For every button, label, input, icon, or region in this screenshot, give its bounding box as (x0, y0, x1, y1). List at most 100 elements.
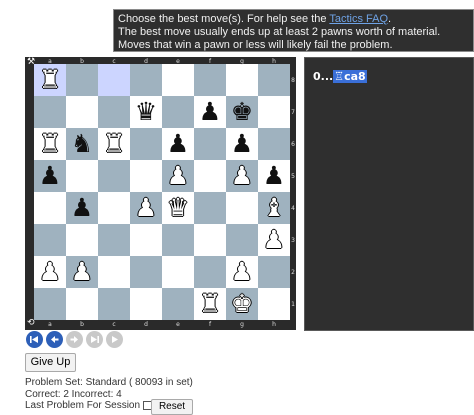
square-e4[interactable]: ♛ (162, 192, 194, 224)
square-g7[interactable]: ♚ (226, 96, 258, 128)
black-pawn-icon[interactable]: ♟ (263, 160, 285, 192)
square-d4[interactable]: ♟ (130, 192, 162, 224)
white-rook-icon[interactable]: ♜ (199, 288, 221, 320)
white-pawn-icon[interactable]: ♟ (167, 160, 189, 192)
square-g6[interactable]: ♟ (226, 128, 258, 160)
square-e3[interactable] (162, 224, 194, 256)
square-f8[interactable] (194, 64, 226, 96)
square-a7[interactable] (34, 96, 66, 128)
square-a1[interactable] (34, 288, 66, 320)
square-f1[interactable]: ♜ (194, 288, 226, 320)
white-pawn-icon[interactable]: ♟ (231, 256, 253, 288)
square-a3[interactable] (34, 224, 66, 256)
square-b6[interactable]: ♞ (66, 128, 98, 160)
square-b2[interactable]: ♟ (66, 256, 98, 288)
black-pawn-icon[interactable]: ♟ (39, 160, 61, 192)
square-h6[interactable] (258, 128, 290, 160)
square-f4[interactable] (194, 192, 226, 224)
give-up-button[interactable]: Give Up (25, 353, 76, 372)
reset-button[interactable]: Reset (151, 399, 193, 415)
white-bishop-icon[interactable]: ♝ (263, 192, 285, 224)
square-b4[interactable]: ♟ (66, 192, 98, 224)
square-e2[interactable] (162, 256, 194, 288)
white-rook-icon[interactable]: ♜ (39, 64, 61, 96)
black-pawn-icon[interactable]: ♟ (167, 128, 189, 160)
black-king-icon[interactable]: ♚ (231, 96, 253, 128)
square-f2[interactable] (194, 256, 226, 288)
square-f3[interactable] (194, 224, 226, 256)
square-b7[interactable] (66, 96, 98, 128)
square-g2[interactable]: ♟ (226, 256, 258, 288)
white-pawn-icon[interactable]: ♟ (39, 256, 61, 288)
square-d6[interactable] (130, 128, 162, 160)
square-a4[interactable] (34, 192, 66, 224)
square-c1[interactable] (98, 288, 130, 320)
white-pawn-icon[interactable]: ♟ (135, 192, 157, 224)
square-b1[interactable] (66, 288, 98, 320)
chess-board[interactable]: ♜ ♛ ♟ ♚ ♜ ♞ ♜ ♟ ♟ ♟ ♟ ♟ ♟ ♟ ♟ ♛ ♝ ♟ ♟ ♟ ♟ ♜ ♚ (34, 64, 290, 320)
square-e1[interactable] (162, 288, 194, 320)
black-pawn-icon[interactable]: ♟ (231, 128, 253, 160)
square-c4[interactable] (98, 192, 130, 224)
white-pawn-icon[interactable]: ♟ (263, 224, 285, 256)
square-c2[interactable] (98, 256, 130, 288)
square-h1[interactable] (258, 288, 290, 320)
move-list-entry[interactable]: 0...♖ca8 (313, 70, 367, 83)
last-move-button[interactable] (86, 331, 103, 348)
square-b8[interactable] (66, 64, 98, 96)
square-f6[interactable] (194, 128, 226, 160)
white-pawn-icon[interactable]: ♟ (71, 256, 93, 288)
square-h5[interactable]: ♟ (258, 160, 290, 192)
move-list-panel: 0...♖ca8 (304, 57, 474, 331)
square-a2[interactable]: ♟ (34, 256, 66, 288)
square-h7[interactable] (258, 96, 290, 128)
square-h8[interactable] (258, 64, 290, 96)
square-f5[interactable] (194, 160, 226, 192)
black-pawn-icon[interactable]: ♟ (199, 96, 221, 128)
square-b3[interactable] (66, 224, 98, 256)
black-knight-icon[interactable]: ♞ (71, 128, 93, 160)
white-queen-icon[interactable]: ♛ (167, 192, 189, 224)
square-a5[interactable]: ♟ (34, 160, 66, 192)
current-move-highlight[interactable]: ♖ca8 (333, 70, 367, 83)
square-d5[interactable] (130, 160, 162, 192)
square-b5[interactable] (66, 160, 98, 192)
square-g1[interactable]: ♚ (226, 288, 258, 320)
square-a6[interactable]: ♜ (34, 128, 66, 160)
next-move-button[interactable] (66, 331, 83, 348)
square-g8[interactable] (226, 64, 258, 96)
square-e8[interactable] (162, 64, 194, 96)
square-c3[interactable] (98, 224, 130, 256)
white-king-icon[interactable]: ♚ (231, 288, 253, 320)
black-pawn-icon[interactable]: ♟ (71, 192, 93, 224)
square-a8[interactable]: ♜ (34, 64, 66, 96)
square-h2[interactable] (258, 256, 290, 288)
square-c5[interactable] (98, 160, 130, 192)
square-e5[interactable]: ♟ (162, 160, 194, 192)
black-queen-icon[interactable]: ♛ (135, 96, 157, 128)
white-rook-icon[interactable]: ♜ (39, 128, 61, 160)
square-g3[interactable] (226, 224, 258, 256)
file-label: g (240, 58, 244, 65)
square-d8[interactable] (130, 64, 162, 96)
play-button[interactable] (106, 331, 123, 348)
square-f7[interactable]: ♟ (194, 96, 226, 128)
square-g5[interactable]: ♟ (226, 160, 258, 192)
square-d7[interactable]: ♛ (130, 96, 162, 128)
square-e6[interactable]: ♟ (162, 128, 194, 160)
square-h4[interactable]: ♝ (258, 192, 290, 224)
first-move-button[interactable] (26, 331, 43, 348)
white-pawn-icon[interactable]: ♟ (231, 160, 253, 192)
square-d2[interactable] (130, 256, 162, 288)
square-d1[interactable] (130, 288, 162, 320)
tactics-faq-link[interactable]: Tactics FAQ (329, 13, 388, 25)
white-rook-icon[interactable]: ♜ (103, 128, 125, 160)
previous-move-button[interactable] (46, 331, 63, 348)
square-e7[interactable] (162, 96, 194, 128)
square-c8[interactable] (98, 64, 130, 96)
square-h3[interactable]: ♟ (258, 224, 290, 256)
square-c7[interactable] (98, 96, 130, 128)
square-g4[interactable] (226, 192, 258, 224)
square-c6[interactable]: ♜ (98, 128, 130, 160)
square-d3[interactable] (130, 224, 162, 256)
